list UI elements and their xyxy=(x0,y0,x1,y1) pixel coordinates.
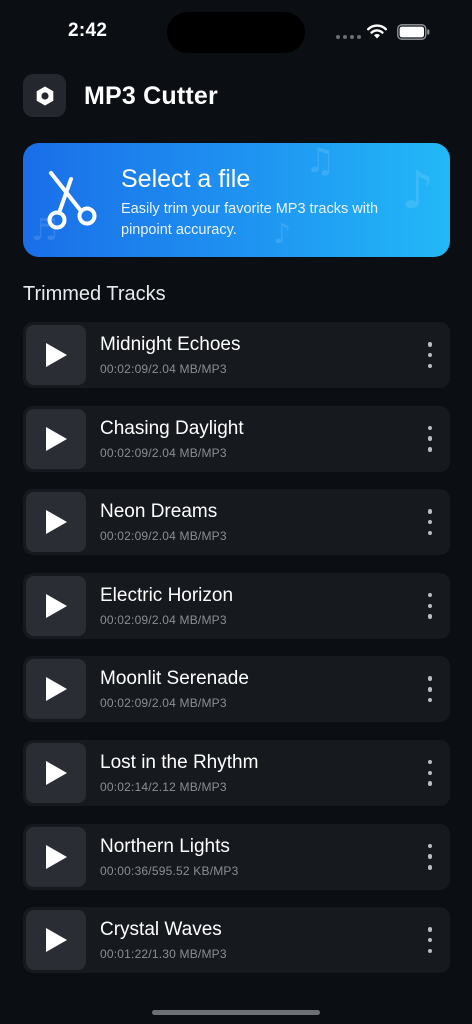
track-title: Crystal Waves xyxy=(100,919,222,941)
play-button[interactable] xyxy=(26,492,86,553)
select-file-button[interactable]: ♫ ♪ ♪ ♬ Select a file Easily trim your f… xyxy=(23,143,450,257)
play-icon xyxy=(46,928,67,953)
more-options-icon[interactable] xyxy=(424,676,436,703)
banner-title: Select a file xyxy=(121,165,251,193)
track-meta: 00:02:09/2.04 MB/MP3 xyxy=(100,445,227,460)
play-button[interactable] xyxy=(26,408,86,469)
play-icon xyxy=(46,844,67,869)
play-button[interactable] xyxy=(26,659,86,720)
track-title: Electric Horizon xyxy=(100,584,234,606)
track-meta: 00:02:09/2.04 MB/MP3 xyxy=(100,362,227,376)
list-item[interactable]: Northern Lights 00:00:36/595.52 KB/MP3 xyxy=(23,823,450,890)
track-meta: 00:02:14/2.12 MB/MP3 xyxy=(100,779,227,794)
list-item[interactable]: Crystal Waves 00:01:22/1.30 MB/MP3 xyxy=(23,907,450,974)
list-item[interactable]: Chasing Daylight 00:02:09/2.04 MB/MP3 xyxy=(23,405,450,472)
more-options-icon[interactable] xyxy=(424,759,436,786)
app-logo xyxy=(23,74,66,117)
more-options-icon[interactable] xyxy=(424,425,436,452)
play-icon xyxy=(46,593,67,618)
more-options-icon[interactable] xyxy=(424,342,436,368)
track-title: Lost in the Rhythm xyxy=(100,751,259,773)
track-meta: 00:02:09/2.04 MB/MP3 xyxy=(100,612,227,627)
track-title: Moonlit Serenade xyxy=(100,668,249,690)
dynamic-island xyxy=(167,12,305,53)
section-title: Trimmed Tracks xyxy=(23,283,166,305)
more-options-icon[interactable] xyxy=(424,843,436,870)
list-item[interactable]: Lost in the Rhythm 00:02:14/2.12 MB/MP3 xyxy=(23,739,450,806)
track-title: Neon Dreams xyxy=(100,501,218,523)
more-options-icon[interactable] xyxy=(424,509,436,536)
more-options-icon[interactable] xyxy=(424,592,436,619)
track-meta: 00:02:09/2.04 MB/MP3 xyxy=(100,529,227,544)
more-options-icon[interactable] xyxy=(424,927,436,954)
track-meta: 00:02:09/2.04 MB/MP3 xyxy=(100,696,227,711)
app-title: MP3 Cutter xyxy=(84,82,218,110)
play-icon xyxy=(46,760,67,785)
status-time: 2:42 xyxy=(68,20,108,41)
track-title: Chasing Daylight xyxy=(100,417,244,439)
play-button[interactable] xyxy=(26,325,86,385)
list-item[interactable]: Neon Dreams 00:02:09/2.04 MB/MP3 xyxy=(23,489,450,556)
list-item[interactable]: Electric Horizon 00:02:09/2.04 MB/MP3 xyxy=(23,572,450,639)
play-icon xyxy=(46,510,67,535)
hexagon-nut-icon xyxy=(36,86,53,105)
track-meta: 00:00:36/595.52 KB/MP3 xyxy=(100,863,239,878)
play-icon xyxy=(46,426,67,451)
play-button[interactable] xyxy=(26,742,86,803)
play-icon xyxy=(46,677,67,702)
wifi-icon xyxy=(367,24,387,39)
scissors-icon xyxy=(47,171,97,230)
play-button[interactable] xyxy=(26,910,86,971)
track-title: Midnight Echoes xyxy=(100,334,241,355)
play-icon xyxy=(46,343,67,367)
battery-icon xyxy=(397,24,430,40)
play-button[interactable] xyxy=(26,575,86,636)
list-item[interactable]: Moonlit Serenade 00:02:09/2.04 MB/MP3 xyxy=(23,656,450,723)
track-list: Midnight Echoes 00:02:09/2.04 MB/MP3 Cha… xyxy=(23,322,450,991)
home-indicator xyxy=(152,1010,320,1015)
music-note-icon: ♫ xyxy=(305,143,336,181)
list-item[interactable]: Midnight Echoes 00:02:09/2.04 MB/MP3 xyxy=(23,322,450,388)
track-meta: 00:01:22/1.30 MB/MP3 xyxy=(100,947,227,962)
status-bar: 2:42 xyxy=(0,0,472,64)
track-title: Northern Lights xyxy=(100,835,230,857)
cellular-signal-icon xyxy=(336,35,361,39)
play-button[interactable] xyxy=(26,826,86,887)
banner-subtitle: Easily trim your favorite MP3 tracks wit… xyxy=(121,201,379,238)
